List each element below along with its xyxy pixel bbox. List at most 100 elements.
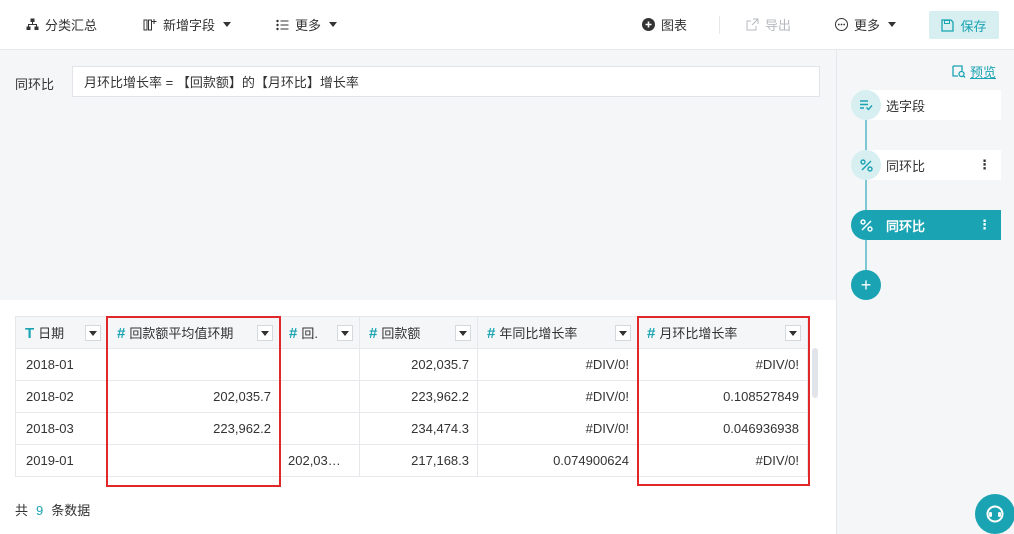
add-step-button[interactable]: + (851, 270, 881, 300)
vertical-scrollbar[interactable] (812, 348, 818, 398)
row-count-prefix: 共 (15, 503, 29, 518)
step-label: 选字段 (886, 98, 926, 114)
column-dropdown[interactable] (257, 325, 273, 341)
more-circle-icon (835, 18, 848, 31)
formula-expression: 月环比增长率 = 【回款额】的【月环比】增长率 (84, 75, 359, 90)
select-field-icon (851, 90, 881, 120)
column-dropdown[interactable] (455, 325, 471, 341)
number-type-icon: # (369, 325, 378, 342)
formula-area: 同环比 月环比增长率 = 【回款额】的【月环比】增长率 (0, 50, 836, 300)
table-cell: #DIV/0! (637, 348, 808, 381)
chevron-down-icon (223, 22, 232, 27)
hierarchy-icon (26, 18, 39, 30)
more-vertical-icon[interactable]: ⋮ (978, 157, 991, 173)
table-cell: 2019-01 (15, 444, 108, 477)
chat-icon (986, 505, 1004, 523)
table-cell: #DIV/0! (477, 380, 638, 413)
step-select-field[interactable]: 选字段 (851, 90, 1001, 120)
toolbar: 分类汇总 新增字段 更多 图表 导出 更多 保存 (0, 0, 1014, 50)
group-summary-button[interactable]: 分类汇总 (26, 0, 97, 50)
more-left-button[interactable]: 更多 (276, 0, 338, 50)
table-cell: 202,035.7 (107, 380, 280, 413)
group-summary-label: 分类汇总 (45, 18, 98, 33)
plus-icon: + (860, 274, 872, 295)
data-table: T 日期 # 回款额平均值环期 # 回. # 回款额 # 年同比增长率 # 月环比增长率 2… (15, 316, 808, 477)
step-bar: 选字段 (866, 90, 1001, 120)
column-dropdown[interactable] (85, 325, 101, 341)
table-row: 2018-01 202,035.7 #DIV/0! #DIV/0! (15, 348, 808, 381)
number-type-icon: # (647, 325, 656, 342)
chevron-down-icon (261, 330, 269, 336)
help-chat-button[interactable] (975, 494, 1014, 534)
step-yoy-2[interactable]: 同环比 ⋮ (851, 210, 1001, 240)
table-cell: #DIV/0! (477, 348, 638, 381)
plus-circle-icon (642, 18, 655, 31)
row-count-suffix: 条数据 (51, 503, 91, 518)
text-type-icon: T (25, 325, 35, 342)
table-cell: 2018-02 (15, 380, 108, 413)
table-cell (279, 348, 360, 381)
chevron-down-icon (619, 330, 627, 336)
chevron-down-icon (329, 22, 338, 27)
data-preview: T 日期 # 回款额平均值环期 # 回. # 回款额 # 年同比增长率 # 月环比增长率 2… (0, 300, 836, 534)
flow-connector (865, 108, 867, 286)
preview-label: 预览 (969, 65, 996, 80)
chevron-down-icon (89, 330, 97, 336)
add-field-label: 新增字段 (163, 18, 216, 33)
step-bar: 同环比 ⋮ (866, 150, 1001, 180)
step-yoy-1[interactable]: 同环比 ⋮ (851, 150, 1001, 180)
table-row: 2019-01 202,03… 217,168.3 0.074900624 #D… (15, 444, 808, 477)
more-right-button[interactable]: 更多 (835, 0, 897, 50)
step-label: 同环比 (886, 158, 926, 174)
more-vertical-icon[interactable]: ⋮ (978, 217, 991, 233)
table-cell: 0.046936938 (637, 412, 808, 445)
more-right-label: 更多 (854, 18, 881, 33)
table-cell: 2018-01 (15, 348, 108, 381)
table-header-row: T 日期 # 回款额平均值环期 # 回. # 回款额 # 年同比增长率 # 月环比增长率 (15, 316, 808, 349)
chart-button[interactable]: 图表 (642, 0, 687, 50)
chart-label: 图表 (661, 18, 688, 33)
preview-icon (952, 65, 966, 78)
save-label: 保存 (960, 18, 987, 34)
table-cell: 0.108527849 (637, 380, 808, 413)
export-icon (746, 18, 759, 31)
step-panel: 预览 选字段 同环比 ⋮ 同环比 ⋮ + (836, 50, 1014, 534)
formula-label: 同环比 (15, 77, 55, 92)
table-cell (279, 412, 360, 445)
column-dropdown[interactable] (785, 325, 801, 341)
column-header-mom[interactable]: # 月环比增长率 (637, 316, 808, 349)
column-dropdown[interactable] (337, 325, 353, 341)
column-header-yoy[interactable]: # 年同比增长率 (477, 316, 638, 349)
column-name: 回款额平均值环期 (129, 326, 234, 341)
add-column-icon (143, 18, 157, 30)
add-field-button[interactable]: 新增字段 (143, 0, 232, 50)
preview-link[interactable]: 预览 (952, 62, 996, 81)
table-cell: 0.074900624 (477, 444, 638, 477)
chevron-down-icon (888, 22, 897, 27)
table-cell (279, 380, 360, 413)
column-name: 日期 (38, 326, 65, 341)
toolbar-divider (719, 16, 720, 34)
column-header-truncated[interactable]: # 回. (279, 316, 360, 349)
column-header-date[interactable]: T 日期 (15, 316, 108, 349)
table-cell: #DIV/0! (637, 444, 808, 477)
row-count-value: 9 (36, 503, 44, 518)
column-name: 回款额 (381, 326, 421, 341)
table-row: 2018-02 202,035.7 223,962.2 #DIV/0! 0.10… (15, 380, 808, 413)
column-dropdown[interactable] (615, 325, 631, 341)
table-row: 2018-03 223,962.2 234,474.3 #DIV/0! 0.04… (15, 412, 808, 445)
column-name: 年同比增长率 (499, 326, 578, 341)
column-header-avg-prev[interactable]: # 回款额平均值环期 (107, 316, 280, 349)
step-label: 同环比 (886, 218, 926, 234)
table-cell: 223,962.2 (107, 412, 280, 445)
number-type-icon: # (289, 325, 298, 342)
table-cell: 202,03… (279, 444, 360, 477)
column-header-payment[interactable]: # 回款额 (359, 316, 478, 349)
table-cell: 217,168.3 (359, 444, 478, 477)
table-cell (107, 348, 280, 381)
save-button[interactable]: 保存 (929, 11, 999, 39)
save-icon (941, 18, 955, 32)
formula-input[interactable]: 月环比增长率 = 【回款额】的【月环比】增长率 (72, 66, 820, 97)
export-button[interactable]: 导出 (746, 0, 791, 50)
number-type-icon: # (117, 325, 126, 342)
